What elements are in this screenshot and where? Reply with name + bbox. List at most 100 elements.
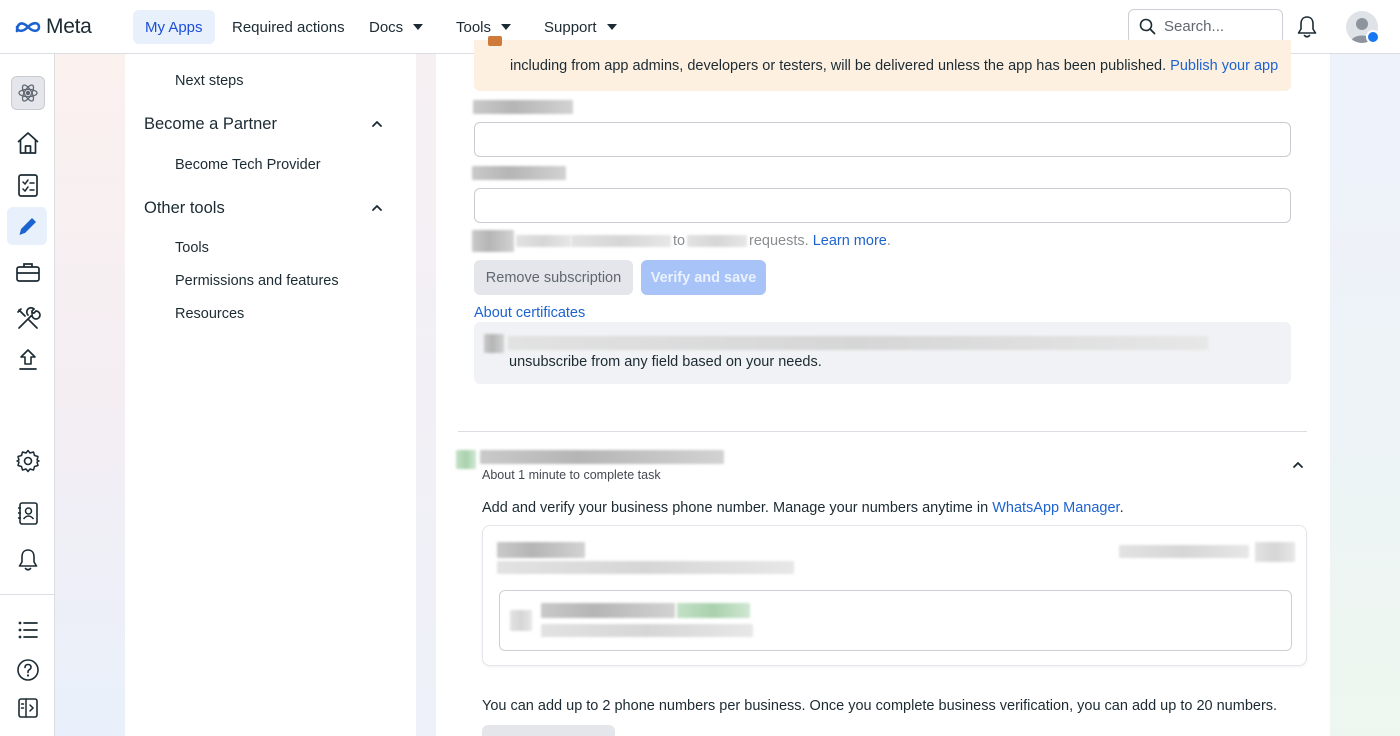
redacted-text xyxy=(508,336,1208,350)
rail-settings[interactable] xyxy=(14,447,42,475)
add-phone-number-button[interactable] xyxy=(482,725,615,736)
meta-logo[interactable]: Meta xyxy=(14,15,92,39)
nav-label: Support xyxy=(544,18,597,36)
add-phone-instructions: Add and verify your business phone numbe… xyxy=(482,500,1124,516)
rail-list[interactable] xyxy=(14,616,42,644)
chevron-up-icon[interactable] xyxy=(1292,459,1304,471)
rail-notifications[interactable] xyxy=(14,546,42,574)
nav-docs[interactable]: Docs xyxy=(357,10,435,44)
notifications-button[interactable] xyxy=(1296,15,1318,44)
verify-and-save-button[interactable]: Verify and save xyxy=(641,260,766,295)
background-right xyxy=(1330,54,1400,736)
nav-label: Docs xyxy=(369,18,404,36)
button-label: Remove subscription xyxy=(485,269,622,286)
rail-tools[interactable] xyxy=(14,305,42,333)
redacted-status-badge xyxy=(677,603,750,618)
main-content: including from app admins, developers or… xyxy=(436,36,1330,736)
list-icon xyxy=(18,621,38,639)
connector-text: to xyxy=(673,233,686,249)
callback-url-input[interactable] xyxy=(474,122,1291,157)
sidebar-section-other-tools[interactable]: Other tools xyxy=(144,199,225,218)
rail-briefcase[interactable] xyxy=(14,258,42,286)
search-box[interactable] xyxy=(1128,9,1283,44)
bell-icon xyxy=(1297,16,1317,38)
add-phone-text: Add and verify your business phone numbe… xyxy=(482,500,989,516)
remove-subscription-button[interactable]: Remove subscription xyxy=(474,260,633,295)
redacted-text xyxy=(571,235,671,247)
contact-book-icon xyxy=(18,502,38,525)
chevron-up-icon[interactable] xyxy=(371,202,383,214)
sidebar-item-label: Next steps xyxy=(175,73,244,89)
verify-token-input[interactable] xyxy=(474,188,1291,223)
sidebar-item-label: Resources xyxy=(175,306,245,322)
pencil-icon xyxy=(19,218,36,235)
checklist-icon xyxy=(18,174,38,197)
rail-publish[interactable] xyxy=(14,346,42,374)
sidebar-section-become-partner[interactable]: Become a Partner xyxy=(144,115,277,134)
warning-text: including from app admins, developers or… xyxy=(510,58,1278,74)
redacted-text xyxy=(1119,545,1249,558)
redacted-text xyxy=(1255,542,1295,562)
redacted-field-label xyxy=(472,166,566,180)
redacted-text xyxy=(497,542,585,558)
sidebar-item-permissions[interactable]: Permissions and features xyxy=(175,273,339,289)
nav-label: My Apps xyxy=(145,18,203,36)
redacted-text xyxy=(516,235,571,247)
app-switcher-button[interactable] xyxy=(11,76,45,110)
tools-icon xyxy=(17,306,41,329)
sidebar-nav: Next steps Become a Partner Become Tech … xyxy=(125,54,416,736)
rail-divider xyxy=(0,594,55,595)
warning-message: including from app admins, developers or… xyxy=(510,58,1167,74)
home-icon xyxy=(17,132,39,154)
chevron-up-icon[interactable] xyxy=(371,118,383,130)
requests-suffix: requests. Learn more. xyxy=(749,233,891,249)
rail-contacts[interactable] xyxy=(14,499,42,527)
bell-icon xyxy=(18,549,38,571)
search-icon xyxy=(1139,18,1156,35)
warning-icon xyxy=(488,36,502,46)
sidebar-item-label: Become Tech Provider xyxy=(175,157,321,173)
sidebar-item-label: Tools xyxy=(175,240,209,256)
rail-checklist[interactable] xyxy=(14,171,42,199)
background-gutter xyxy=(416,54,436,736)
logo-text: Meta xyxy=(46,15,92,38)
task-duration: About 1 minute to complete task xyxy=(482,468,661,482)
nav-tools[interactable]: Tools xyxy=(444,10,523,44)
rail-home[interactable] xyxy=(14,129,42,157)
redacted-icon xyxy=(484,334,504,353)
briefcase-icon xyxy=(16,263,40,282)
panel-toggle-icon xyxy=(18,698,38,718)
search-input[interactable] xyxy=(1164,18,1274,35)
requests-suffix-text: requests. xyxy=(749,233,809,249)
about-certificates-link[interactable]: About certificates xyxy=(474,305,585,321)
redacted-text xyxy=(541,603,675,618)
learn-more-link[interactable]: Learn more xyxy=(813,233,887,249)
redacted-field-label xyxy=(473,100,573,114)
nav-required-actions[interactable]: Required actions xyxy=(220,10,357,44)
whatsapp-manager-link[interactable]: WhatsApp Manager xyxy=(992,500,1119,516)
nav-label: Required actions xyxy=(232,18,345,36)
nav-support[interactable]: Support xyxy=(532,10,629,44)
publish-app-link[interactable]: Publish your app xyxy=(1170,58,1278,74)
sidebar-item-tools[interactable]: Tools xyxy=(175,240,209,256)
rail-edit[interactable] xyxy=(14,212,42,240)
sidebar-item-label: Permissions and features xyxy=(175,273,339,289)
redacted-text xyxy=(541,624,753,637)
redacted-text xyxy=(472,230,514,252)
sidebar-item-become-tech-provider[interactable]: Become Tech Provider xyxy=(175,157,321,173)
redacted-step-icon xyxy=(456,450,476,469)
phone-number-row[interactable] xyxy=(499,590,1292,651)
rail-panel-toggle[interactable] xyxy=(14,694,42,722)
phone-number-card xyxy=(482,525,1307,666)
help-icon xyxy=(17,659,39,681)
period-text: . xyxy=(1119,500,1124,516)
sidebar-item-next-steps[interactable]: Next steps xyxy=(175,73,244,89)
redacted-icon xyxy=(510,610,532,631)
sidebar-item-resources[interactable]: Resources xyxy=(175,306,244,322)
gear-icon xyxy=(16,449,40,473)
button-label: Verify and save xyxy=(650,269,757,286)
rail-help[interactable] xyxy=(14,656,42,684)
nav-my-apps[interactable]: My Apps xyxy=(133,10,215,44)
upload-icon xyxy=(19,349,37,370)
phone-limit-text: You can add up to 2 phone numbers per bu… xyxy=(482,698,1278,714)
